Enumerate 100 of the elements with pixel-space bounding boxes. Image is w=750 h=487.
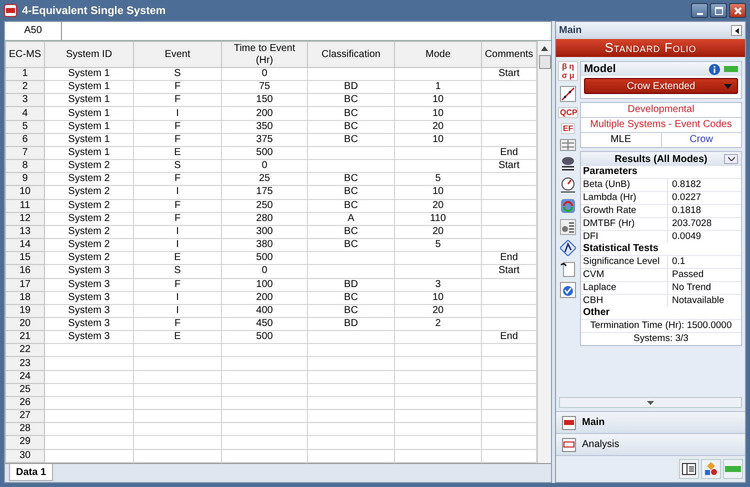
method-cell-text: MLE (609, 133, 632, 147)
row-header[interactable]: 12 (6, 212, 44, 226)
column-header[interactable]: Classification (308, 42, 394, 68)
cell-reference-field[interactable]: A50 (5, 22, 62, 40)
navigation-tab[interactable]: Main (556, 411, 745, 433)
close-button[interactable] (729, 3, 746, 18)
row-header[interactable]: 6 (6, 133, 44, 146)
toolbar-button[interactable]: β η σ μ (558, 61, 578, 81)
row-header[interactable]: 17 (6, 278, 44, 292)
row-header[interactable]: 22 (6, 344, 44, 357)
close-icon (734, 6, 742, 14)
row-header[interactable]: 16 (6, 264, 44, 278)
sheet-tab[interactable]: Data 1 (9, 464, 54, 481)
window-title: 4-Equivalent Single System (22, 4, 166, 16)
document-icon[interactable] (560, 261, 576, 277)
table-icon[interactable] (560, 139, 576, 151)
table-cell: 2 (394, 317, 482, 331)
row-header[interactable]: 20 (6, 317, 44, 331)
table-cell: BD (308, 278, 394, 292)
row-header[interactable]: 30 (6, 449, 44, 462)
model-dropdown[interactable]: Crow Extended (584, 78, 738, 94)
row-header[interactable]: 18 (6, 291, 44, 304)
table-cell: System 2 (44, 160, 134, 173)
row-header[interactable]: 21 (6, 330, 44, 344)
column-header[interactable]: Event (134, 42, 222, 68)
vertical-scrollbar[interactable] (537, 41, 551, 463)
maximize-button[interactable] (710, 3, 727, 18)
camera-icon[interactable] (560, 156, 576, 172)
table-cell: 5 (394, 172, 482, 186)
result-value: Notavailable (671, 295, 724, 307)
row-header[interactable]: 24 (6, 370, 44, 384)
panel-layout-button[interactable] (679, 459, 699, 479)
result-label: Laplace (581, 282, 668, 294)
row-header[interactable]: 11 (6, 199, 44, 212)
table-cell: BC (308, 120, 394, 134)
table-cell: F (134, 199, 222, 212)
row-header[interactable]: 14 (6, 238, 44, 252)
toolbar-button[interactable]: QCP (558, 107, 578, 118)
table-cell: I (134, 106, 222, 120)
gauge-icon[interactable] (560, 177, 576, 193)
table-cell: BC (308, 304, 394, 318)
row-header[interactable]: 3 (6, 94, 44, 107)
row-header[interactable]: 29 (6, 436, 44, 450)
row-header[interactable]: 7 (6, 146, 44, 160)
table-cell: 500 (222, 252, 308, 265)
row-header[interactable]: 2 (6, 80, 44, 94)
row-header[interactable]: 23 (6, 356, 44, 370)
table-cell: 0 (222, 68, 308, 81)
table-cell: System 3 (44, 330, 134, 344)
list-icon[interactable] (560, 219, 576, 235)
row-header[interactable]: 25 (6, 383, 44, 396)
info-icon[interactable] (709, 64, 720, 74)
scroll-thumb[interactable] (538, 55, 550, 69)
table-cell: I (134, 291, 222, 304)
table-cell: Start (482, 160, 536, 173)
row-header[interactable]: 26 (6, 396, 44, 410)
table-cell (482, 278, 536, 292)
row-header[interactable]: 5 (6, 120, 44, 134)
result-label: Lambda (Hr) (581, 192, 668, 204)
table-cell (482, 291, 536, 304)
column-header[interactable]: EC-MS (6, 42, 44, 68)
row-header[interactable]: 9 (6, 172, 44, 186)
minimize-button[interactable] (691, 3, 708, 18)
document-icon (562, 416, 576, 430)
table-cell: 300 (222, 225, 308, 239)
row-header[interactable]: 27 (6, 410, 44, 423)
column-header[interactable]: Mode (394, 42, 482, 68)
status-indicator-icon (724, 66, 738, 72)
row-header[interactable]: 13 (6, 225, 44, 239)
table-cell: BD (308, 317, 394, 331)
table-cell: 10 (394, 133, 482, 146)
expand-button[interactable] (724, 154, 738, 164)
cycle-icon[interactable] (560, 198, 576, 214)
table-cell: System 3 (44, 291, 134, 304)
scroll-up-icon[interactable] (541, 46, 548, 51)
row-header[interactable]: 10 (6, 186, 44, 200)
diamond-icon[interactable] (560, 240, 576, 256)
result-line: Systems: 3/3 (581, 332, 741, 345)
toolbar-button[interactable]: EF (560, 123, 576, 134)
data-type-cell: Multiple Systems - Event Codes (581, 118, 741, 133)
result-label: Growth Rate (581, 205, 668, 217)
column-header[interactable]: Time to Event (Hr) (222, 42, 308, 68)
collapse-button[interactable] (731, 25, 742, 36)
row-header[interactable]: 8 (6, 160, 44, 173)
shapes-button[interactable] (701, 459, 721, 479)
table-cell (482, 106, 536, 120)
table-cell: S (134, 68, 222, 81)
row-header[interactable]: 15 (6, 252, 44, 265)
table-cell: 10 (394, 106, 482, 120)
table-cell: System 1 (44, 133, 134, 146)
row-header[interactable]: 4 (6, 106, 44, 120)
column-header[interactable]: Comments (482, 42, 536, 68)
navigation-tab[interactable]: Analysis (556, 433, 745, 455)
line-plot-icon[interactable] (560, 86, 576, 102)
table-cell: S (134, 160, 222, 173)
row-header[interactable]: 19 (6, 304, 44, 318)
row-header[interactable]: 28 (6, 422, 44, 436)
row-header[interactable]: 1 (6, 68, 44, 81)
column-header[interactable]: System ID (44, 42, 134, 68)
result-value: 0.0049 (671, 231, 702, 243)
